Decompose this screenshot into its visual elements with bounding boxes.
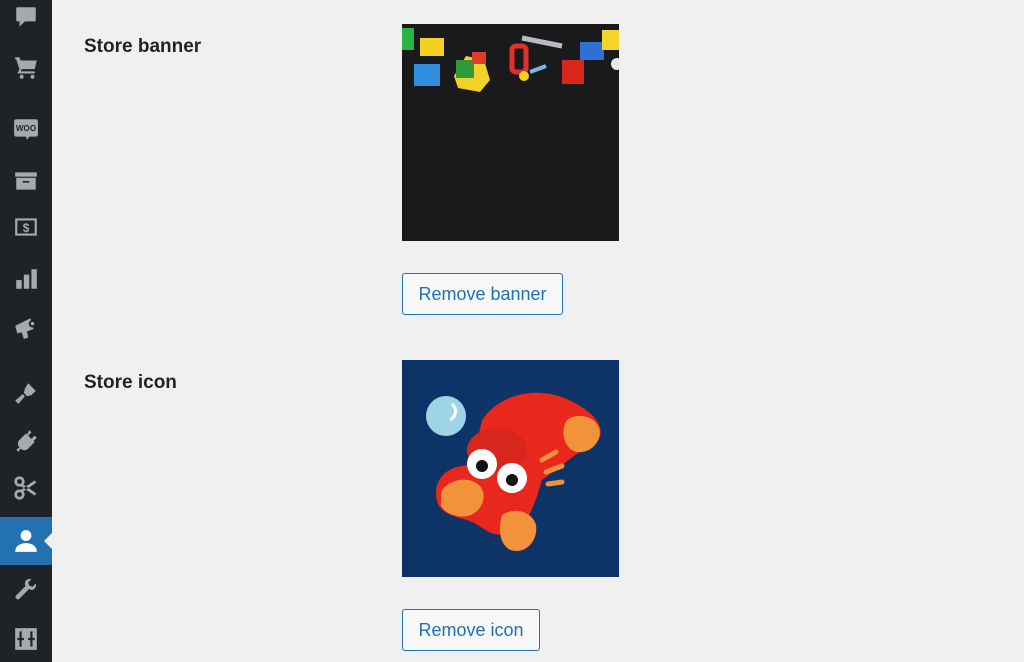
sidebar-item-plugins[interactable] xyxy=(0,418,52,464)
remove-banner-button[interactable]: Remove banner xyxy=(402,273,563,315)
comment-bubble-icon xyxy=(16,7,36,27)
sidebar-item-tools[interactable] xyxy=(0,567,52,613)
sidebar-item-settings[interactable] xyxy=(0,616,52,662)
admin-sidebar: WOO $ xyxy=(0,0,52,662)
store-icon-preview xyxy=(402,360,619,577)
store-banner-preview xyxy=(402,24,619,241)
woo-icon: WOO xyxy=(14,119,38,140)
paintbrush-icon xyxy=(15,383,36,404)
sidebar-item-appearance[interactable] xyxy=(0,370,52,416)
icon-image xyxy=(402,360,619,577)
sidebar-item-comments[interactable] xyxy=(0,0,52,40)
remove-icon-button[interactable]: Remove icon xyxy=(402,609,540,651)
sidebar-item-marketing[interactable] xyxy=(0,305,52,351)
sidebar-item-woocommerce[interactable]: WOO xyxy=(0,106,52,152)
bar-chart-icon xyxy=(16,269,37,289)
plugin-icon xyxy=(16,430,37,452)
shopping-cart-icon xyxy=(15,57,37,79)
megaphone-icon xyxy=(15,318,37,339)
store-banner-label: Store banner xyxy=(84,36,202,57)
sidebar-item-payments[interactable]: $ xyxy=(0,204,52,250)
sidebar-item-products[interactable] xyxy=(0,158,52,204)
sidebar-item-snippets[interactable] xyxy=(0,465,52,511)
dollar-icon: $ xyxy=(15,218,37,236)
scissors-icon xyxy=(14,476,37,500)
sidebar-item-shop[interactable] xyxy=(0,44,52,90)
archive-box-icon xyxy=(15,172,37,190)
svg-text:WOO: WOO xyxy=(16,124,36,133)
wrench-icon xyxy=(15,578,37,600)
banner-image xyxy=(402,24,619,241)
sliders-icon xyxy=(15,628,37,650)
sidebar-item-users[interactable] xyxy=(0,517,52,565)
sidebar-item-analytics[interactable] xyxy=(0,256,52,302)
svg-text:$: $ xyxy=(23,221,30,235)
user-icon xyxy=(15,530,37,552)
store-icon-label: Store icon xyxy=(84,372,177,393)
